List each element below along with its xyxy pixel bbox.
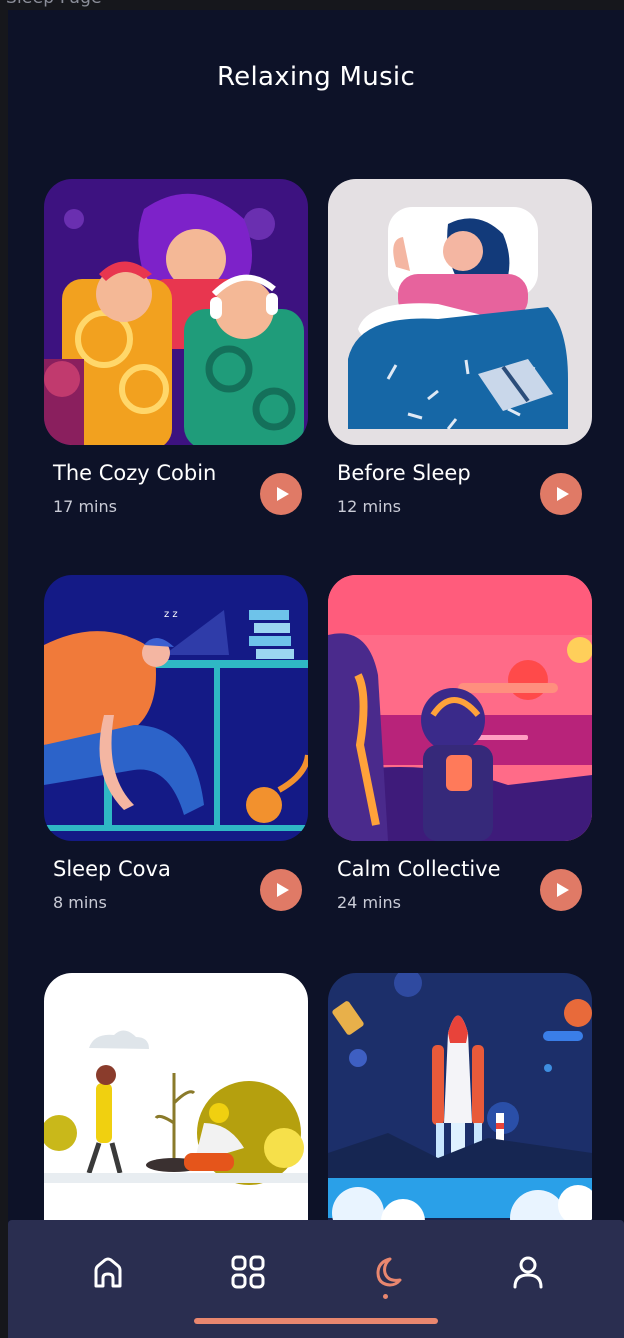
astronauts-sunset-illustration: [328, 575, 592, 841]
track-title: The Cozy Cobin: [53, 461, 217, 485]
track-duration: 12 mins: [337, 497, 401, 516]
crowd-headphones-illustration: [44, 179, 308, 445]
moon-icon: [376, 1257, 402, 1287]
woman-sleeping-illustration: [328, 179, 592, 445]
home-icon: [94, 1257, 122, 1288]
track-card-sleep-cova[interactable]: z z Sleep Cova 8 mins: [44, 575, 308, 912]
bottom-nav: [8, 1220, 624, 1338]
frame-label: Sleep Page: [6, 0, 102, 8]
track-duration: 24 mins: [337, 893, 401, 912]
track-card-before-sleep[interactable]: Before Sleep 12 mins: [328, 179, 592, 516]
play-button[interactable]: [540, 473, 582, 515]
profile-icon: [513, 1256, 543, 1289]
track-duration: 17 mins: [53, 497, 117, 516]
nav-profile[interactable]: [506, 1250, 550, 1294]
track-card-cozy-cobin[interactable]: The Cozy Cobin 17 mins: [44, 179, 308, 516]
track-title: Calm Collective: [337, 857, 501, 881]
play-button[interactable]: [260, 869, 302, 911]
grid-icon: [231, 1255, 265, 1289]
play-button[interactable]: [540, 869, 582, 911]
active-indicator-dot: [383, 1294, 388, 1299]
play-icon: [276, 487, 289, 501]
home-indicator: [194, 1318, 438, 1324]
sleep-screen: Relaxing Music The Cozy Cobin 17 mins Be…: [8, 10, 624, 1338]
svg-text:z z: z z: [164, 609, 178, 620]
man-asleep-at-desk-illustration: z z: [44, 575, 308, 841]
nav-home[interactable]: [86, 1250, 130, 1294]
play-icon: [556, 487, 569, 501]
play-icon: [276, 883, 289, 897]
page-title: Relaxing Music: [216, 62, 416, 92]
play-button[interactable]: [260, 473, 302, 515]
track-duration: 8 mins: [53, 893, 107, 912]
nav-sleep[interactable]: [364, 1250, 408, 1294]
track-card-calm-collective[interactable]: Calm Collective 24 mins: [328, 575, 592, 912]
nav-discover[interactable]: [226, 1250, 270, 1294]
track-title: Sleep Cova: [53, 857, 171, 881]
play-icon: [556, 883, 569, 897]
track-title: Before Sleep: [337, 461, 471, 485]
